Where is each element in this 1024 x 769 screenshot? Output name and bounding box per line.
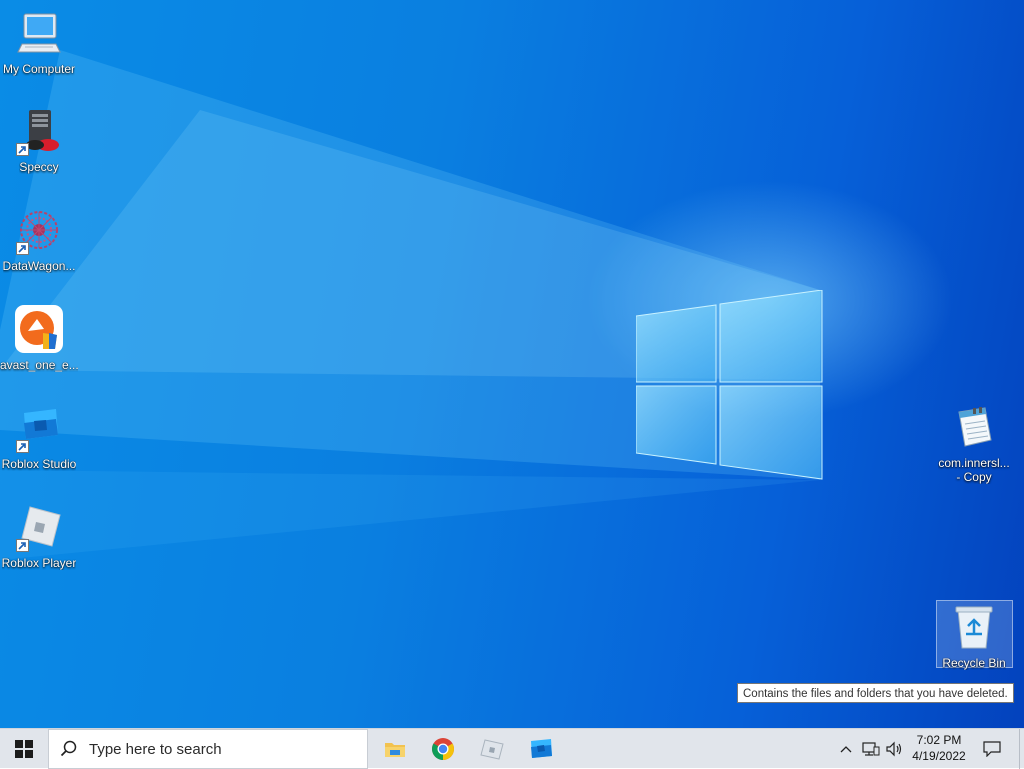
roblox-player-icon [14,502,64,552]
desktop-icon-label: avast_one_e... [0,358,78,372]
windows-start-icon [15,740,33,758]
windows-wallpaper-logo [636,290,823,480]
shortcut-arrow-icon [16,539,29,552]
folder-icon [385,743,405,757]
shortcut-arrow-icon [16,440,29,453]
notepad-file-icon [949,402,999,452]
show-hidden-icons-button[interactable] [836,729,856,769]
search-placeholder: Type here to search [89,740,222,758]
network-tray-button[interactable] [860,729,882,769]
desktop-icon-com-innersl-copy[interactable]: com.innersl... - Copy [935,402,1013,484]
taskbar-search-box[interactable]: Type here to search [48,729,368,769]
desktop-icon-label: My Computer [2,62,76,76]
desktop-icon-roblox-player[interactable]: Roblox Player [0,502,78,570]
desktop-icon-label: Roblox Player [1,556,77,570]
desktop-icon-speccy[interactable]: Speccy [0,106,78,174]
desktop-icon-label: DataWagon... [2,259,76,273]
taskbar-clock[interactable]: 7:02 PM 4/19/2022 [906,732,972,764]
roblox-studio-icon [14,403,64,453]
recycle-bin-icon [949,602,999,652]
desktop-icon-label: Roblox Studio [1,457,77,471]
notification-center-button[interactable] [978,729,1006,769]
taskbar-roblox-player[interactable] [468,729,516,769]
desktop-icon-avast[interactable]: avast_one_e... [0,304,78,372]
desktop-icon-label: Speccy [19,160,59,174]
desktop-icon-roblox-studio[interactable]: Roblox Studio [0,403,78,471]
speccy-icon [14,106,64,156]
wallpaper-light-beams [0,50,820,560]
taskbar-roblox-studio[interactable] [517,729,565,769]
shortcut-arrow-icon [16,143,29,156]
volume-tray-button[interactable] [884,729,906,769]
network-icon [862,742,880,756]
taskbar-file-explorer[interactable] [371,729,419,769]
desktop-icon-datawagon[interactable]: DataWagon... [0,205,78,273]
taskbar-chrome[interactable] [419,729,467,769]
chrome-icon [432,738,454,760]
clock-date: 4/19/2022 [912,749,966,763]
avast-icon [14,304,64,354]
desktop-icon-recycle-bin[interactable]: Recycle Bin [935,602,1013,670]
chevron-up-icon [840,746,852,753]
desktop[interactable]: My Computer Speccy DataWagon... avast_on… [0,0,1024,728]
desktop-icon-label: Recycle Bin [942,656,1006,670]
show-desktop-button[interactable] [1019,729,1024,769]
desktop-icon-label: com.innersl... - Copy [938,456,1010,484]
roblox-studio-icon [531,739,552,758]
clock-time: 7:02 PM [916,733,962,747]
roblox-player-icon [480,739,504,760]
computer-icon [14,8,64,58]
taskbar: Type here to search 7:02 PM 4/19/2022 [0,728,1024,769]
volume-icon [886,741,902,757]
search-icon [49,740,89,758]
notification-icon [983,741,1001,757]
desktop-icon-my-computer[interactable]: My Computer [0,8,78,76]
recycle-bin-tooltip: Contains the files and folders that you … [737,683,1014,703]
start-button[interactable] [0,729,48,769]
shortcut-arrow-icon [16,242,29,255]
datawagon-icon [14,205,64,255]
